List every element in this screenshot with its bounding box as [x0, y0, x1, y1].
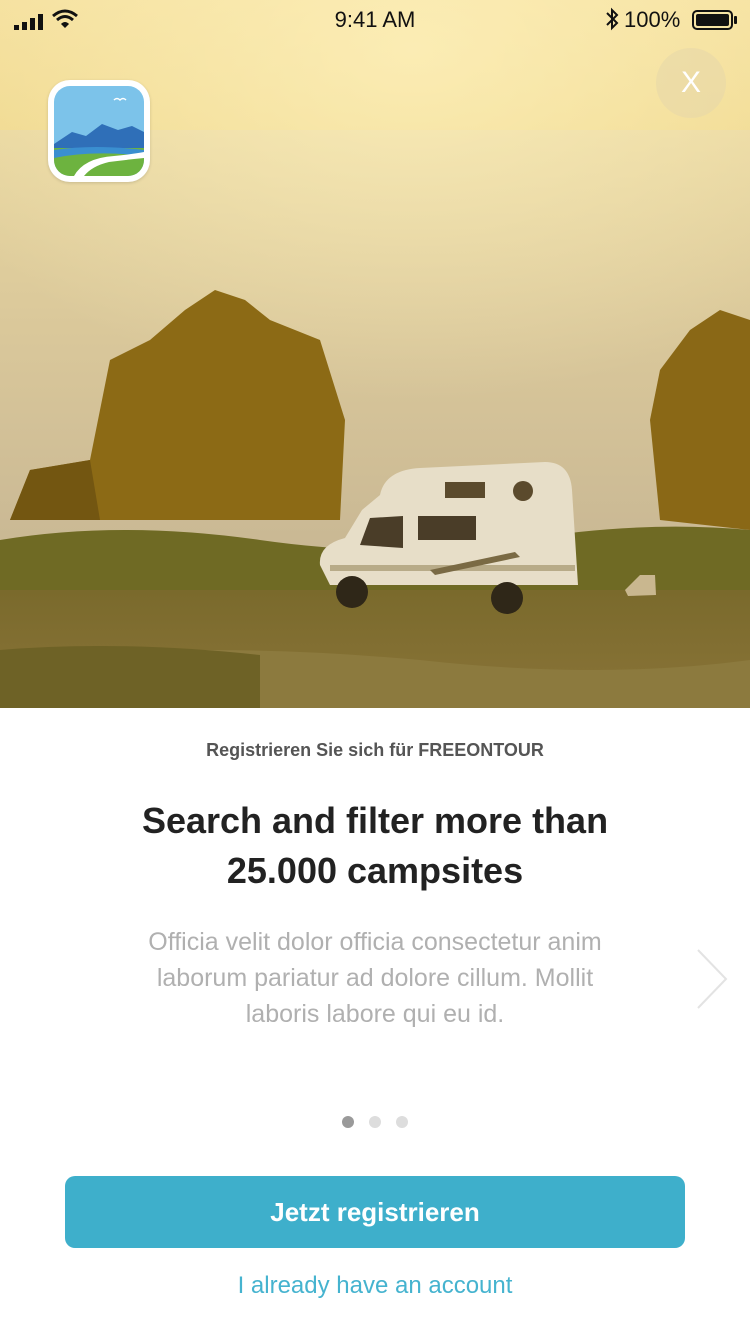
- login-link[interactable]: I already have an account: [0, 1272, 750, 1300]
- register-button-label: Jetzt registrieren: [270, 1196, 480, 1227]
- pagination-dots: [0, 1116, 750, 1128]
- bluetooth-icon: [604, 7, 620, 37]
- app-logo: [48, 80, 150, 182]
- onboarding-description: Officia velit dolor officia consectetur …: [148, 928, 602, 1028]
- pagination-dot-1[interactable]: [342, 1116, 354, 1128]
- close-icon: X: [680, 66, 701, 99]
- status-bar: 9:41 AM 100%: [0, 0, 750, 40]
- battery-icon: [692, 10, 738, 36]
- headline-line-1: Search and filter more than: [141, 800, 609, 841]
- battery-percentage: 100%: [624, 7, 681, 32]
- onboarding-subtitle: Registrieren Sie sich für FREEONTOUR: [206, 740, 544, 760]
- onboarding-headline: Search and filter more than 25.000 camps…: [75, 796, 675, 896]
- pagination-dot-2[interactable]: [369, 1116, 381, 1128]
- close-button[interactable]: X: [656, 48, 726, 118]
- headline-line-2: 25.000 campsites: [226, 850, 524, 891]
- next-slide-chevron-icon[interactable]: [696, 948, 728, 1015]
- register-button[interactable]: Jetzt registrieren: [65, 1176, 685, 1248]
- pagination-dot-3[interactable]: [396, 1116, 408, 1128]
